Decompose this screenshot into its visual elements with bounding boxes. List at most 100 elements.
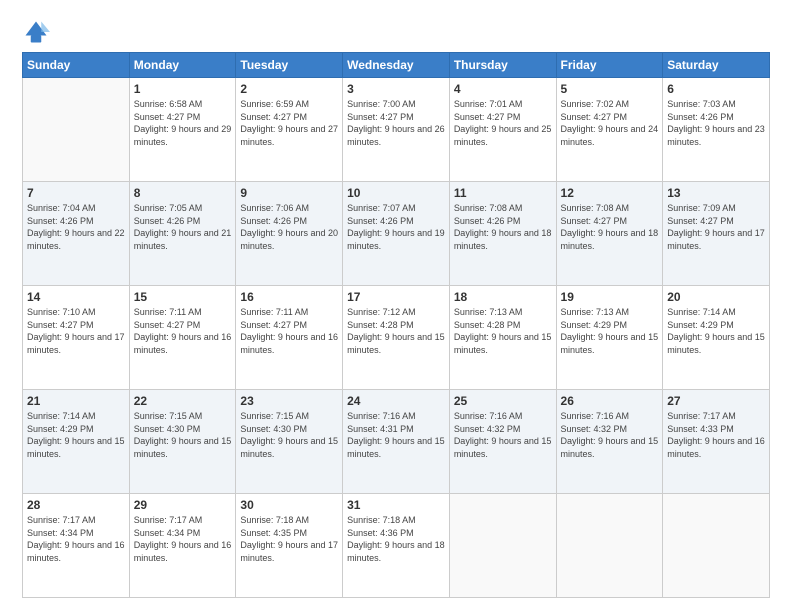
day-number: 26 bbox=[561, 394, 659, 408]
day-detail: Sunrise: 7:13 AMSunset: 4:28 PMDaylight:… bbox=[454, 306, 552, 356]
day-detail: Sunrise: 7:06 AMSunset: 4:26 PMDaylight:… bbox=[240, 202, 338, 252]
weekday-header: Saturday bbox=[663, 53, 770, 78]
day-number: 12 bbox=[561, 186, 659, 200]
day-detail: Sunrise: 7:14 AMSunset: 4:29 PMDaylight:… bbox=[667, 306, 765, 356]
weekday-header: Sunday bbox=[23, 53, 130, 78]
day-detail: Sunrise: 7:17 AMSunset: 4:34 PMDaylight:… bbox=[27, 514, 125, 564]
calendar-cell: 15 Sunrise: 7:11 AMSunset: 4:27 PMDayligh… bbox=[129, 286, 236, 390]
day-number: 1 bbox=[134, 82, 232, 96]
calendar-cell: 17 Sunrise: 7:12 AMSunset: 4:28 PMDayligh… bbox=[343, 286, 450, 390]
day-detail: Sunrise: 7:17 AMSunset: 4:33 PMDaylight:… bbox=[667, 410, 765, 460]
calendar-cell: 25 Sunrise: 7:16 AMSunset: 4:32 PMDayligh… bbox=[449, 390, 556, 494]
day-number: 31 bbox=[347, 498, 445, 512]
calendar-cell: 26Sunrise: 7:16 AMSunset: 4:32 PMDayligh… bbox=[556, 390, 663, 494]
day-number: 4 bbox=[454, 82, 552, 96]
day-number: 19 bbox=[561, 290, 659, 304]
day-number: 8 bbox=[134, 186, 232, 200]
day-number: 21 bbox=[27, 394, 125, 408]
day-detail: Sunrise: 7:11 AMSunset: 4:27 PMDaylight:… bbox=[134, 306, 232, 356]
day-number: 9 bbox=[240, 186, 338, 200]
day-number: 17 bbox=[347, 290, 445, 304]
day-detail: Sunrise: 7:01 AMSunset: 4:27 PMDaylight:… bbox=[454, 98, 552, 148]
calendar-cell: 30Sunrise: 7:18 AMSunset: 4:35 PMDayligh… bbox=[236, 494, 343, 598]
day-detail: Sunrise: 7:08 AMSunset: 4:27 PMDaylight:… bbox=[561, 202, 659, 252]
calendar-cell: 28 Sunrise: 7:17 AMSunset: 4:34 PMDayligh… bbox=[23, 494, 130, 598]
day-detail: Sunrise: 7:04 AMSunset: 4:26 PMDaylight:… bbox=[27, 202, 125, 252]
calendar-week-row: 1 Sunrise: 6:58 AMSunset: 4:27 PMDaylight… bbox=[23, 78, 770, 182]
day-detail: Sunrise: 7:12 AMSunset: 4:28 PMDaylight:… bbox=[347, 306, 445, 356]
day-number: 3 bbox=[347, 82, 445, 96]
calendar-cell: 21Sunrise: 7:14 AMSunset: 4:29 PMDayligh… bbox=[23, 390, 130, 494]
calendar-cell: 20 Sunrise: 7:14 AMSunset: 4:29 PMDayligh… bbox=[663, 286, 770, 390]
logo bbox=[22, 18, 54, 46]
day-number: 28 bbox=[27, 498, 125, 512]
calendar-cell bbox=[556, 494, 663, 598]
day-detail: Sunrise: 7:17 AMSunset: 4:34 PMDaylight:… bbox=[134, 514, 232, 564]
calendar-cell: 8 Sunrise: 7:05 AMSunset: 4:26 PMDaylight… bbox=[129, 182, 236, 286]
day-detail: Sunrise: 7:09 AMSunset: 4:27 PMDaylight:… bbox=[667, 202, 765, 252]
weekday-header: Thursday bbox=[449, 53, 556, 78]
calendar-cell: 9 Sunrise: 7:06 AMSunset: 4:26 PMDaylight… bbox=[236, 182, 343, 286]
calendar-cell: 14 Sunrise: 7:10 AMSunset: 4:27 PMDayligh… bbox=[23, 286, 130, 390]
calendar-cell bbox=[449, 494, 556, 598]
day-detail: Sunrise: 7:16 AMSunset: 4:31 PMDaylight:… bbox=[347, 410, 445, 460]
day-detail: Sunrise: 7:18 AMSunset: 4:35 PMDaylight:… bbox=[240, 514, 338, 564]
calendar-week-row: 14 Sunrise: 7:10 AMSunset: 4:27 PMDayligh… bbox=[23, 286, 770, 390]
weekday-header: Monday bbox=[129, 53, 236, 78]
day-detail: Sunrise: 7:02 AMSunset: 4:27 PMDaylight:… bbox=[561, 98, 659, 148]
weekday-header: Friday bbox=[556, 53, 663, 78]
day-number: 15 bbox=[134, 290, 232, 304]
weekday-header: Tuesday bbox=[236, 53, 343, 78]
day-number: 6 bbox=[667, 82, 765, 96]
calendar-cell: 31Sunrise: 7:18 AMSunset: 4:36 PMDayligh… bbox=[343, 494, 450, 598]
calendar-cell: 16Sunrise: 7:11 AMSunset: 4:27 PMDayligh… bbox=[236, 286, 343, 390]
day-number: 27 bbox=[667, 394, 765, 408]
calendar-cell: 24 Sunrise: 7:16 AMSunset: 4:31 PMDayligh… bbox=[343, 390, 450, 494]
day-detail: Sunrise: 7:00 AMSunset: 4:27 PMDaylight:… bbox=[347, 98, 445, 148]
calendar-cell: 11 Sunrise: 7:08 AMSunset: 4:26 PMDayligh… bbox=[449, 182, 556, 286]
calendar-cell: 1 Sunrise: 6:58 AMSunset: 4:27 PMDaylight… bbox=[129, 78, 236, 182]
day-detail: Sunrise: 6:58 AMSunset: 4:27 PMDaylight:… bbox=[134, 98, 232, 148]
day-number: 5 bbox=[561, 82, 659, 96]
day-number: 7 bbox=[27, 186, 125, 200]
calendar-cell: 19 Sunrise: 7:13 AMSunset: 4:29 PMDayligh… bbox=[556, 286, 663, 390]
day-detail: Sunrise: 7:15 AMSunset: 4:30 PMDaylight:… bbox=[240, 410, 338, 460]
day-number: 11 bbox=[454, 186, 552, 200]
calendar-cell: 18 Sunrise: 7:13 AMSunset: 4:28 PMDayligh… bbox=[449, 286, 556, 390]
weekday-header: Wednesday bbox=[343, 53, 450, 78]
header-row: SundayMondayTuesdayWednesdayThursdayFrid… bbox=[23, 53, 770, 78]
calendar-cell: 3 Sunrise: 7:00 AMSunset: 4:27 PMDaylight… bbox=[343, 78, 450, 182]
page: SundayMondayTuesdayWednesdayThursdayFrid… bbox=[0, 0, 792, 612]
calendar-cell: 13Sunrise: 7:09 AMSunset: 4:27 PMDayligh… bbox=[663, 182, 770, 286]
day-detail: Sunrise: 7:13 AMSunset: 4:29 PMDaylight:… bbox=[561, 306, 659, 356]
calendar-table: SundayMondayTuesdayWednesdayThursdayFrid… bbox=[22, 52, 770, 598]
day-number: 14 bbox=[27, 290, 125, 304]
calendar-cell: 2 Sunrise: 6:59 AMSunset: 4:27 PMDaylight… bbox=[236, 78, 343, 182]
logo-icon bbox=[22, 18, 50, 46]
calendar-cell bbox=[663, 494, 770, 598]
calendar-week-row: 7 Sunrise: 7:04 AMSunset: 4:26 PMDaylight… bbox=[23, 182, 770, 286]
calendar-cell: 12 Sunrise: 7:08 AMSunset: 4:27 PMDayligh… bbox=[556, 182, 663, 286]
day-detail: Sunrise: 7:16 AMSunset: 4:32 PMDaylight:… bbox=[454, 410, 552, 460]
day-number: 18 bbox=[454, 290, 552, 304]
day-detail: Sunrise: 7:07 AMSunset: 4:26 PMDaylight:… bbox=[347, 202, 445, 252]
day-number: 24 bbox=[347, 394, 445, 408]
calendar-cell: 22Sunrise: 7:15 AMSunset: 4:30 PMDayligh… bbox=[129, 390, 236, 494]
day-detail: Sunrise: 6:59 AMSunset: 4:27 PMDaylight:… bbox=[240, 98, 338, 148]
day-detail: Sunrise: 7:05 AMSunset: 4:26 PMDaylight:… bbox=[134, 202, 232, 252]
day-number: 25 bbox=[454, 394, 552, 408]
day-number: 16 bbox=[240, 290, 338, 304]
day-detail: Sunrise: 7:10 AMSunset: 4:27 PMDaylight:… bbox=[27, 306, 125, 356]
calendar-cell: 4 Sunrise: 7:01 AMSunset: 4:27 PMDaylight… bbox=[449, 78, 556, 182]
calendar-cell: 7 Sunrise: 7:04 AMSunset: 4:26 PMDaylight… bbox=[23, 182, 130, 286]
day-number: 29 bbox=[134, 498, 232, 512]
day-number: 20 bbox=[667, 290, 765, 304]
calendar-cell: 23Sunrise: 7:15 AMSunset: 4:30 PMDayligh… bbox=[236, 390, 343, 494]
calendar-cell: 27 Sunrise: 7:17 AMSunset: 4:33 PMDayligh… bbox=[663, 390, 770, 494]
top-section bbox=[22, 18, 770, 46]
calendar-cell: 5 Sunrise: 7:02 AMSunset: 4:27 PMDaylight… bbox=[556, 78, 663, 182]
calendar-cell: 10Sunrise: 7:07 AMSunset: 4:26 PMDayligh… bbox=[343, 182, 450, 286]
day-number: 2 bbox=[240, 82, 338, 96]
calendar-week-row: 28 Sunrise: 7:17 AMSunset: 4:34 PMDayligh… bbox=[23, 494, 770, 598]
day-detail: Sunrise: 7:08 AMSunset: 4:26 PMDaylight:… bbox=[454, 202, 552, 252]
